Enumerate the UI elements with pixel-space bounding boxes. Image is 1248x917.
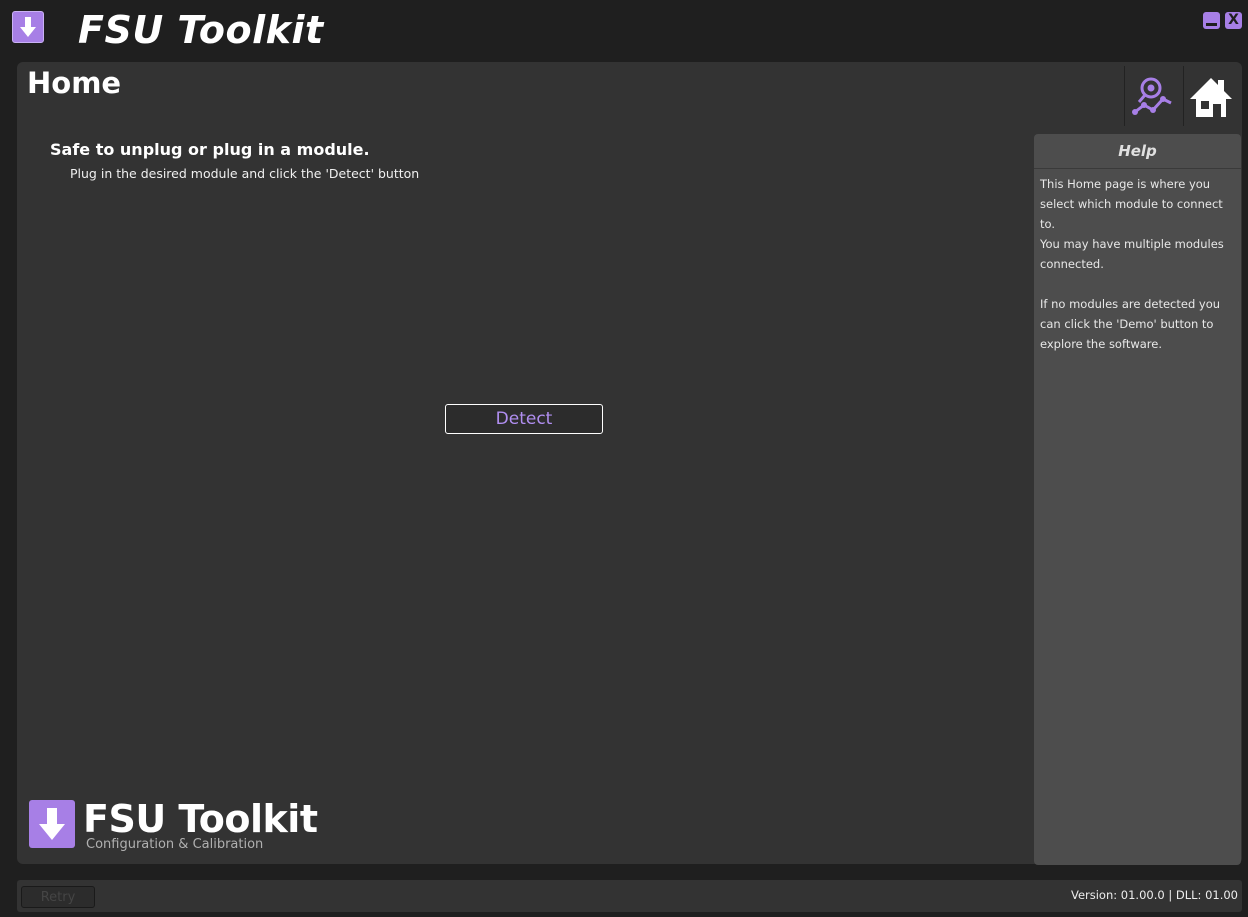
title-bar: FSU Toolkit X bbox=[0, 0, 1248, 62]
logo-name: FSU Toolkit bbox=[83, 797, 318, 841]
page-title: Home bbox=[27, 66, 122, 100]
help-paragraph: You may have multiple modules connected. bbox=[1040, 237, 1224, 271]
analytics-button[interactable] bbox=[1127, 72, 1179, 122]
brand-logo: FSU Toolkit Configuration & Calibration bbox=[29, 797, 319, 856]
status-subtext: Plug in the desired module and click the… bbox=[70, 166, 420, 181]
help-title: Help bbox=[1034, 134, 1241, 169]
home-button[interactable] bbox=[1186, 72, 1236, 122]
toolbar-divider bbox=[1183, 66, 1184, 126]
help-text: This Home page is where you select which… bbox=[1034, 169, 1241, 354]
status-heading: Safe to unplug or plug in a module. bbox=[50, 140, 370, 159]
close-button[interactable]: X bbox=[1225, 12, 1242, 29]
detect-button[interactable]: Detect bbox=[445, 404, 603, 434]
help-panel: Help This Home page is where you select … bbox=[1034, 134, 1241, 865]
toolbar-divider bbox=[1124, 66, 1125, 126]
help-paragraph: This Home page is where you select which… bbox=[1040, 177, 1223, 231]
logo-tagline: Configuration & Calibration bbox=[86, 837, 264, 852]
status-bar: Retry Version: 01.00.0 | DLL: 01.00 bbox=[17, 880, 1242, 912]
usb-download-icon bbox=[12, 11, 44, 43]
retry-button[interactable]: Retry bbox=[21, 886, 95, 908]
minimize-button[interactable] bbox=[1203, 12, 1220, 29]
home-icon bbox=[1190, 78, 1232, 117]
app-title: FSU Toolkit bbox=[78, 8, 324, 52]
help-paragraph: If no modules are detected you can click… bbox=[1040, 297, 1221, 351]
analytics-icon bbox=[1132, 77, 1172, 115]
version-text: Version: 01.00.0 | DLL: 01.00 bbox=[1070, 888, 1238, 902]
usb-download-icon bbox=[29, 800, 75, 848]
